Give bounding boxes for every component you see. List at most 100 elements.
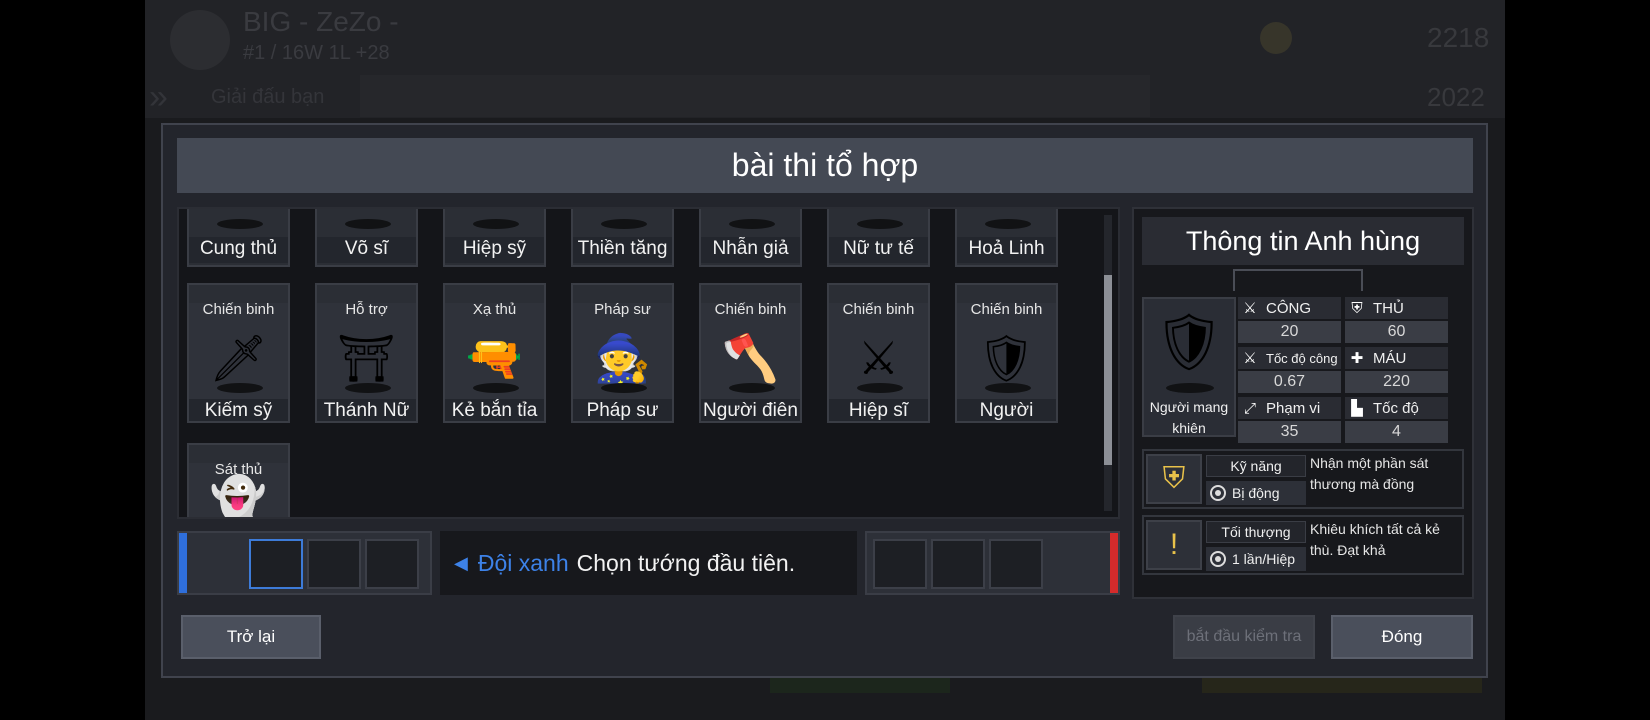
hero-card-berserker[interactable]: 🪓 Chiến binh Người điên	[699, 283, 802, 423]
score-top: 2218	[1427, 22, 1490, 53]
ghost-icon: 👻	[209, 474, 268, 519]
stat-label: THỦ	[1373, 299, 1404, 317]
mage-icon: 🧙	[593, 332, 652, 384]
ultimate-box[interactable]: ! Tối thượng 1 lần/Hiệp Khiêu khích tất …	[1142, 515, 1464, 575]
hero-shadow	[601, 219, 647, 229]
hero-card-knight[interactable]: ⚔ Chiến binh Hiệp sĩ	[827, 283, 930, 423]
skill-description: Nhận một phần sát thương mà đồng	[1310, 455, 1429, 492]
hero-grid[interactable]: Cung thủ Võ sĩ Hiệp sỹ Thiền tăng Nhẫn g…	[177, 207, 1120, 519]
chevron-down-icon: »	[149, 78, 168, 116]
hero-card[interactable]: Nữ tư tế	[827, 209, 930, 267]
triangle-left-icon: ◀	[454, 552, 468, 573]
hero-class: Chiến binh	[970, 301, 1043, 318]
hero-shadow	[729, 219, 775, 229]
hero-shadow	[345, 383, 391, 393]
knight-icon: ⚔	[857, 332, 900, 384]
hero-card-shield-bearer[interactable]: 🛡 Chiến binh Người	[955, 283, 1058, 423]
background-banner	[360, 75, 1150, 117]
hero-class: Chiến binh	[714, 301, 787, 318]
hero-card-saint[interactable]: ⛩ Hỗ trợ Thánh Nữ	[315, 283, 418, 423]
hero-info-panel: Thông tin Anh hùng 🛡 Người mang khiên ⚔ C…	[1132, 207, 1474, 599]
hero-shadow	[345, 219, 391, 229]
blue-team-stripe	[179, 533, 187, 593]
hero-shadow	[217, 219, 263, 229]
ultimate-name: Tối thượng	[1206, 521, 1306, 543]
hero-shadow	[857, 383, 903, 393]
blue-slot-3[interactable]	[365, 539, 419, 589]
hero-name: Hiệp sỹ	[445, 237, 544, 263]
start-test-button[interactable]: bắt đầu kiểm tra	[1173, 615, 1315, 659]
hero-card-assassin[interactable]: 👻 Sát thủ	[187, 443, 290, 519]
hero-shadow	[217, 383, 263, 393]
red-slot-1[interactable]	[873, 539, 927, 589]
hero-name: Hoả Linh	[957, 237, 1056, 263]
stat-label: Phạm vi	[1266, 399, 1321, 417]
score-bottom: 2022	[1427, 82, 1485, 112]
stat-label: Tốc độ công	[1266, 350, 1338, 366]
skill-type: Bị động	[1232, 485, 1280, 501]
plus-icon: ✚	[1350, 350, 1364, 367]
hero-class: Xạ thủ	[472, 301, 517, 318]
close-button[interactable]: Đóng	[1331, 615, 1473, 659]
pick-instruction: Chọn tướng đầu tiên.	[576, 549, 796, 576]
hero-card[interactable]: Hiệp sỹ	[443, 209, 546, 267]
stat-value: 4	[1345, 421, 1448, 443]
hero-info-title: Thông tin Anh hùng	[1142, 217, 1464, 265]
red-team-slots	[865, 531, 1120, 595]
stat-value: 20	[1238, 321, 1341, 343]
hero-class: Sát thủ	[214, 461, 263, 478]
stat-label: CÔNG	[1266, 299, 1311, 317]
game-screen: BIG - ZeZo - #1 / 16W 1L +28 2218 » Giải…	[0, 0, 1650, 720]
hero-shadow	[473, 219, 519, 229]
red-slot-2[interactable]	[931, 539, 985, 589]
hero-name: Hiệp sĩ	[829, 399, 928, 421]
skill-box[interactable]: ⛨ Kỹ năng Bị động Nhận một phần sát thươ…	[1142, 449, 1464, 509]
hero-card-sniper[interactable]: 🔫 Xạ thủ Kẻ bắn tỉa	[443, 283, 546, 423]
info-bracket	[1233, 269, 1363, 291]
stat-attack-speed: ⚔ Tốc độ công 0.67	[1238, 347, 1341, 393]
cycle-icon	[1210, 551, 1226, 567]
hero-card-swordsman[interactable]: 🗡 Chiến binh Kiếm sỹ	[187, 283, 290, 423]
red-slot-3[interactable]	[989, 539, 1043, 589]
hero-card[interactable]: Võ sĩ	[315, 209, 418, 267]
coin-icon	[1260, 22, 1292, 54]
scrollbar-thumb[interactable]	[1104, 275, 1112, 465]
blue-slot-2[interactable]	[307, 539, 361, 589]
player-name: BIG - ZeZo -	[243, 6, 399, 37]
priestess-icon: ⛩	[337, 332, 396, 384]
hero-name: Võ sĩ	[317, 237, 416, 263]
stat-value: 35	[1238, 421, 1341, 443]
hero-card[interactable]: Cung thủ	[187, 209, 290, 267]
sword-icon: ⚔	[1243, 300, 1257, 317]
range-icon: ⤢	[1243, 399, 1256, 417]
hero-card[interactable]: Thiền tăng	[571, 209, 674, 267]
player-rank: #1 / 16W 1L +28	[243, 42, 390, 64]
hero-card[interactable]: Nhẫn giả	[699, 209, 802, 267]
shield-bearer-icon: 🛡	[1153, 310, 1225, 373]
league-label: Giải đấu bạn	[211, 86, 325, 108]
stat-hp: ✚ MÁU 220	[1345, 347, 1448, 393]
blue-slot-1[interactable]	[249, 539, 303, 589]
combo-test-dialog: bài thi tổ hợp Cung thủ Võ sĩ Hiệp sỹ Th…	[161, 123, 1488, 678]
hero-grid-scrollbar[interactable]	[1104, 215, 1112, 511]
hero-name: Thánh Nữ	[317, 399, 416, 421]
stat-defense: ⛨ THỦ 60	[1345, 297, 1448, 343]
stat-value: 220	[1345, 371, 1448, 393]
skill-name: Kỹ năng	[1206, 455, 1306, 477]
dialog-title: bài thi tổ hợp	[731, 147, 919, 183]
stat-value: 60	[1345, 321, 1448, 343]
hero-card[interactable]: Hoả Linh	[955, 209, 1058, 267]
hero-class: Pháp sư	[594, 301, 651, 318]
stat-value: 0.67	[1238, 371, 1341, 393]
stat-speed: ▙ Tốc độ 4	[1345, 397, 1448, 443]
selected-hero-name: Người mang khiên	[1149, 399, 1229, 436]
hero-name: Thiền tăng	[573, 237, 672, 263]
skill-shield-icon: ⛨	[1146, 454, 1202, 504]
sniper-icon: 🔫	[465, 332, 524, 384]
team-label: Đội xanh	[477, 549, 569, 576]
hero-shadow	[857, 219, 903, 229]
blue-team-slots	[177, 531, 432, 595]
hero-shadow	[985, 383, 1031, 393]
hero-card-mage[interactable]: 🧙 Pháp sư Pháp sư	[571, 283, 674, 423]
back-button[interactable]: Trở lại	[181, 615, 321, 659]
